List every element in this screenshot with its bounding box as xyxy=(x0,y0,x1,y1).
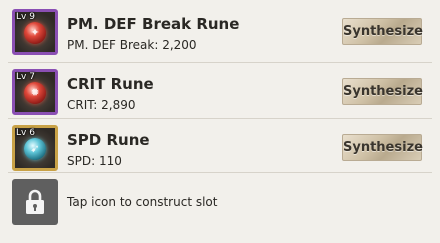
locked-slot-row: Tap icon to construct slot xyxy=(8,175,432,229)
rune-name: PM. DEF Break Rune xyxy=(67,15,240,33)
row-divider xyxy=(8,172,432,173)
rune-row: ✦ Lv 9 PM. DEF Break Rune PM. DEF Break:… xyxy=(8,5,432,59)
row-divider xyxy=(8,118,432,119)
rune-level: Lv 7 xyxy=(16,72,35,82)
rune-icon-slot[interactable]: ✹ Lv 7 xyxy=(12,69,58,115)
rune-icon-slot[interactable]: ✦ Lv 9 xyxy=(12,9,58,55)
rune-level: Lv 6 xyxy=(16,128,35,138)
red-rune-orb-icon: ✦ xyxy=(24,22,46,44)
synthesize-button[interactable]: Synthesize xyxy=(342,134,423,161)
construct-slot-button[interactable] xyxy=(12,179,58,225)
rune-name: CRIT Rune xyxy=(67,75,154,93)
rune-icon-slot[interactable]: ➹ Lv 6 xyxy=(12,125,58,171)
rune-stat: PM. DEF Break: 2,200 xyxy=(67,38,197,52)
synthesize-button[interactable]: Synthesize xyxy=(342,18,423,45)
rune-slot-list: ✦ Lv 9 PM. DEF Break Rune PM. DEF Break:… xyxy=(0,0,440,243)
red-rune-orb-icon: ✹ xyxy=(24,82,46,104)
lock-icon xyxy=(26,189,44,214)
rune-stat: CRIT: 2,890 xyxy=(67,98,136,112)
synthesize-button[interactable]: Synthesize xyxy=(342,78,423,105)
rune-row: ➹ Lv 6 SPD Rune SPD: 110 Synthesize xyxy=(8,121,432,175)
rune-name: SPD Rune xyxy=(67,131,150,149)
blue-rune-orb-icon: ➹ xyxy=(24,138,46,160)
row-divider xyxy=(8,62,432,63)
construct-slot-hint: Tap icon to construct slot xyxy=(67,195,218,209)
rune-row: ✹ Lv 7 CRIT Rune CRIT: 2,890 Synthesize xyxy=(8,65,432,119)
rune-stat: SPD: 110 xyxy=(67,154,122,168)
rune-level: Lv 9 xyxy=(16,12,35,22)
